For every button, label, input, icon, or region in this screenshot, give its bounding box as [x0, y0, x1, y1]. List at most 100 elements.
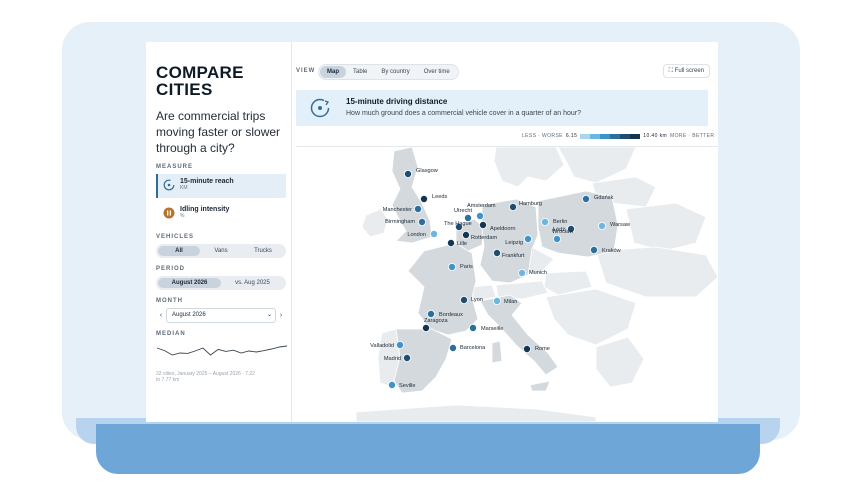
city-marker[interactable] [422, 323, 431, 332]
city-marker[interactable] [581, 195, 590, 204]
vehicles-option-vans[interactable]: Vans [200, 246, 242, 256]
legend-swatch [610, 133, 621, 139]
europe-map[interactable]: GlasgowLeedsManchesterBirminghamLondonUt… [296, 147, 718, 422]
legend-swatch [600, 133, 611, 139]
sidebar: COMPARE CITIES Are commercial trips movi… [146, 42, 292, 422]
month-label: MONTH [156, 298, 183, 304]
city-marker[interactable] [523, 235, 532, 244]
city-label: Madrid [384, 356, 401, 362]
city-label: Leipzig [505, 240, 523, 246]
city-marker[interactable] [426, 309, 435, 318]
median-note: 32 cities, January 2025 – August 2026 · … [156, 371, 255, 383]
page-title: COMPARE CITIES [156, 63, 244, 99]
measure-item-idling[interactable]: Idling intensity % [156, 202, 286, 226]
period-label: PERIOD [156, 266, 186, 272]
fullscreen-label: Full screen [674, 68, 704, 74]
view-tabs: Map Table By country Over time [318, 64, 459, 80]
city-marker[interactable] [404, 169, 413, 178]
banner-title: 15-minute driving distance [346, 97, 448, 106]
tab-map[interactable]: Map [320, 66, 346, 78]
city-label: Zaragoza [424, 318, 449, 324]
vehicles-option-all[interactable]: All [158, 246, 200, 256]
measure-name: Idling intensity [180, 206, 230, 213]
city-marker[interactable] [478, 221, 487, 230]
city-label: Manchester [383, 207, 412, 213]
city-marker[interactable] [552, 235, 561, 244]
city-label: Seville [399, 383, 415, 389]
city-label: Rotterdam [471, 235, 497, 241]
city-label: Berlin [553, 219, 567, 225]
city-label: Lyon [471, 297, 483, 303]
city-label: Valladolid [370, 343, 394, 349]
tab-by-country[interactable]: By country [374, 66, 416, 78]
view-toolbar: VIEW Map Table By country Over time ⛶ Fu… [296, 64, 710, 80]
measure-unit: KM [180, 185, 188, 191]
city-marker[interactable] [396, 340, 405, 349]
measure-name: 15-minute reach [180, 178, 234, 185]
fullscreen-button[interactable]: ⛶ Full screen [662, 64, 710, 78]
city-marker[interactable] [461, 231, 470, 240]
period-option-current[interactable]: August 2026 [158, 278, 221, 288]
city-marker[interactable] [517, 269, 526, 278]
prev-month-button[interactable]: ‹ [156, 312, 166, 319]
city-marker[interactable] [492, 296, 501, 305]
city-marker[interactable] [540, 218, 549, 227]
city-label: Rome [535, 346, 550, 352]
city-label: Lille [457, 241, 467, 247]
metric-banner: 15-minute driving distance How much grou… [296, 90, 708, 126]
measure-label: MEASURE [156, 164, 194, 170]
city-marker[interactable] [403, 353, 412, 362]
city-marker[interactable] [447, 263, 456, 272]
app-screen: COMPARE CITIES Are commercial trips movi… [146, 42, 718, 422]
period-option-compare[interactable]: vs. Aug 2025 [221, 278, 284, 288]
measure-unit: % [180, 213, 185, 219]
city-marker[interactable] [459, 295, 468, 304]
city-label: Gdańsk [594, 195, 613, 201]
city-label: Paris [460, 264, 473, 270]
measure-item-reach[interactable]: 15-minute reach KM [156, 174, 286, 198]
city-marker[interactable] [446, 239, 455, 248]
city-label: Milan [504, 299, 517, 305]
city-label: Leeds [432, 194, 447, 200]
median-sparkline [156, 345, 288, 356]
city-marker[interactable] [429, 230, 438, 239]
city-label: Apeldoorn [490, 226, 516, 232]
city-marker[interactable] [597, 222, 606, 231]
month-select[interactable]: August 2026 ⌄ [166, 308, 276, 323]
clock-arrow-icon [310, 98, 330, 118]
city-label: Munich [529, 270, 547, 276]
color-legend: LESS · WORSE 6.15 10.40 km MORE · BETTER [522, 132, 714, 140]
city-marker[interactable] [420, 195, 429, 204]
city-label: Frankfurt [502, 253, 525, 259]
median-label: MEDIAN [156, 331, 186, 337]
city-marker[interactable] [589, 246, 598, 255]
month-picker: ‹ August 2026 ⌄ › [156, 308, 286, 323]
city-label: Hamburg [519, 201, 542, 207]
legend-right-label: MORE · BETTER [670, 133, 715, 139]
next-month-button[interactable]: › [276, 312, 286, 319]
legend-swatch [620, 133, 631, 139]
vehicles-option-trucks[interactable]: Trucks [242, 246, 284, 256]
city-label: Glasgow [416, 168, 439, 174]
legend-min: 6.15 [565, 133, 578, 139]
city-marker[interactable] [468, 323, 477, 332]
vehicles-toggle: All Vans Trucks [156, 244, 286, 258]
city-label: Birmingham [385, 219, 415, 225]
city-marker[interactable] [522, 344, 531, 353]
city-marker[interactable] [414, 205, 423, 214]
legend-max: 10.40 km [643, 133, 668, 139]
tab-table[interactable]: Table [346, 66, 374, 78]
city-marker[interactable] [388, 380, 397, 389]
city-marker[interactable] [418, 218, 427, 227]
tab-over-time[interactable]: Over time [417, 66, 457, 78]
city-label: Warsaw [610, 222, 631, 228]
city-label: Kraków [602, 248, 622, 254]
city-label: Barcelona [460, 345, 486, 351]
clock-arrow-icon [163, 179, 175, 191]
city-marker[interactable] [492, 249, 501, 258]
city-marker[interactable] [475, 212, 484, 221]
pause-icon [163, 207, 175, 219]
legend-swatch [630, 133, 641, 139]
city-marker[interactable] [508, 203, 517, 212]
city-marker[interactable] [448, 343, 457, 352]
